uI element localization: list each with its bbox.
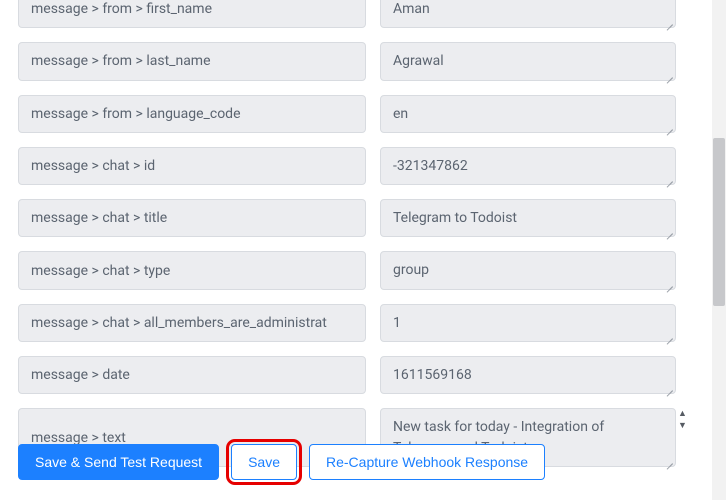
field-value-input[interactable]: -321347862 [380,147,676,185]
field-value-input[interactable]: Telegram to Todoist [380,199,676,237]
field-row: message > chat > title Telegram to Todois… [18,199,710,237]
spinner-down-icon[interactable]: ▼ [678,424,694,429]
field-value-input[interactable]: Agrawal [380,42,676,80]
field-list: message > from > first_nameAmanmessage >… [18,0,710,467]
field-value-wrap: group [380,251,676,289]
field-row: message > date 1611569168 [18,356,710,394]
field-value-wrap: 1 [380,304,676,342]
field-key-input[interactable]: message > from > language_code [18,95,366,133]
field-row: message > chat > id -321347862 [18,147,710,185]
field-key-input[interactable]: message > chat > all_members_are_adminis… [18,304,366,342]
field-row: message > chat > type group [18,251,710,289]
scrollbar-thumb[interactable] [713,138,725,306]
field-value-input[interactable]: group [380,251,676,289]
field-key-input[interactable]: message > date [18,356,366,394]
field-value-input[interactable]: en [380,95,676,133]
field-value-input[interactable]: 1 [380,304,676,342]
save-send-test-button[interactable]: Save & Send Test Request [18,444,219,480]
field-value-input[interactable]: Aman [380,0,676,28]
field-row: message > from > last_name Agrawal [18,42,710,80]
field-value-wrap: -321347862 [380,147,676,185]
field-value-wrap: en [380,95,676,133]
field-key-input[interactable]: message > chat > title [18,199,366,237]
field-row: message > from > first_name Aman [18,0,710,28]
field-value-input[interactable]: 1611569168 [380,356,676,394]
field-key-input[interactable]: message > chat > type [18,251,366,289]
action-bar: Save & Send Test Request Save Re-Capture… [0,434,545,480]
field-key-input[interactable]: message > from > last_name [18,42,366,80]
field-row: message > chat > all_members_are_adminis… [18,304,710,342]
field-key-input[interactable]: message > from > first_name [18,0,366,28]
spinner-up-icon[interactable]: ▲ [678,412,694,417]
recapture-webhook-button[interactable]: Re-Capture Webhook Response [309,444,545,480]
field-value-wrap: Telegram to Todoist [380,199,676,237]
field-row: message > from > language_code en [18,95,710,133]
vertical-scrollbar[interactable] [712,0,726,500]
field-value-wrap: 1611569168 [380,356,676,394]
field-key-input[interactable]: message > chat > id [18,147,366,185]
value-spinner[interactable]: ▲▼ [678,408,694,467]
save-button[interactable]: Save [231,444,297,480]
field-value-wrap: Aman [380,0,676,28]
field-value-wrap: Agrawal [380,42,676,80]
